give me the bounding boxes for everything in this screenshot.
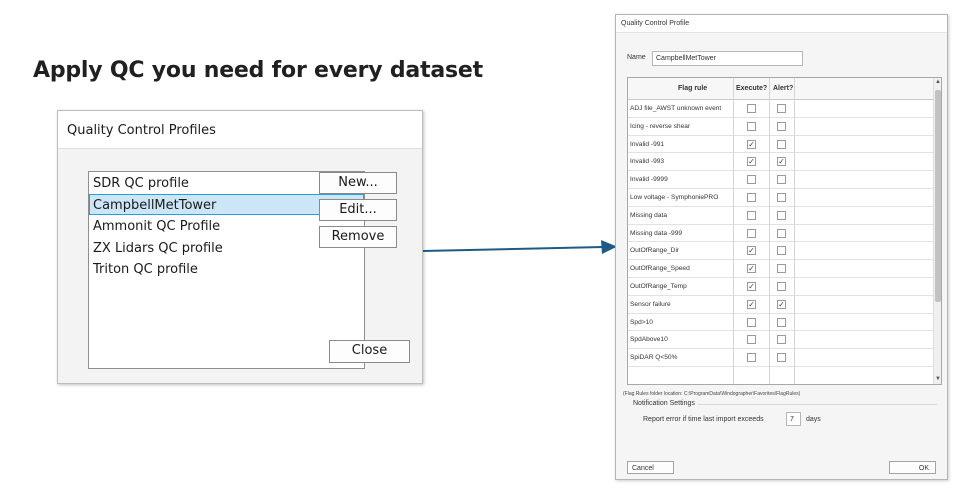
profile-list-item[interactable]: Triton QC profile <box>89 258 364 280</box>
report-days-input[interactable]: 7 <box>786 412 801 426</box>
execute-checkbox[interactable]: ✓ <box>747 139 756 149</box>
divider <box>698 404 937 405</box>
col-execute: Execute? <box>736 85 768 92</box>
alert-checkbox[interactable] <box>777 121 786 131</box>
qc-profiles-dialog: Quality Control Profiles SDR QC profile C… <box>57 110 423 384</box>
flag-rule-name: ADJ file_AWST unknown event <box>630 105 722 112</box>
flag-rule-row: ADJ file_AWST unknown event <box>628 100 933 118</box>
flag-rule-row: Invalid -993 ✓ ✓ <box>628 153 933 172</box>
flag-rule-name: OutOfRange_Temp <box>630 283 687 290</box>
flag-rule-grid: Flag rule Execute? Alert? ADJ file_AWST … <box>627 77 942 385</box>
remove-button[interactable]: Remove <box>319 226 397 248</box>
dialog-title: Quality Control Profiles <box>58 111 422 149</box>
alert-checkbox[interactable] <box>777 104 786 113</box>
flag-rule-row: Missing data -999 <box>628 225 933 243</box>
alert-checkbox[interactable] <box>777 210 786 220</box>
headline: Apply QC you need for every dataset <box>33 58 483 83</box>
execute-checkbox[interactable] <box>747 210 756 220</box>
alert-checkbox[interactable] <box>777 264 786 274</box>
name-input[interactable]: CampbellMetTower <box>652 51 803 66</box>
execute-checkbox[interactable] <box>747 228 756 238</box>
alert-checkbox[interactable] <box>777 353 786 363</box>
flag-rule-row: Sensor failure ✓ ✓ <box>628 296 933 314</box>
folder-location-note: (Flag Rules folder location: C:\ProgramD… <box>623 391 801 397</box>
execute-checkbox[interactable] <box>747 104 756 113</box>
execute-checkbox[interactable] <box>747 121 756 131</box>
flag-rule-row: Spd>10 <box>628 314 933 332</box>
col-alert: Alert? <box>773 85 794 92</box>
flag-rule-name: Missing data -999 <box>630 229 683 237</box>
alert-checkbox[interactable] <box>777 246 786 256</box>
execute-checkbox[interactable] <box>747 317 756 327</box>
new-button[interactable]: New... <box>319 172 397 194</box>
execute-checkbox[interactable] <box>747 353 756 363</box>
days-label: days <box>806 416 821 423</box>
close-button[interactable]: Close <box>329 340 410 363</box>
grid-scrollbar[interactable]: ▲ ▼ <box>933 78 941 384</box>
flag-rule-name: OutOfRange_Speed <box>630 265 690 273</box>
execute-checkbox[interactable]: ✓ <box>747 264 756 274</box>
flag-rule-name: Icing - reverse shear <box>630 122 691 130</box>
flag-rule-name: Low voltage - SymphoniePRO <box>630 194 719 201</box>
name-label: Name <box>627 54 646 61</box>
flag-rule-name: OutOfRange_Dir <box>630 247 680 255</box>
flag-rule-name: SpiDAR Q<50% <box>630 354 678 362</box>
flag-rule-row: SpiDAR Q<50% <box>628 349 933 367</box>
col-flag-rule: Flag rule <box>678 85 708 92</box>
flag-rule-row: OutOfRange_Dir ✓ <box>628 242 933 261</box>
cancel-button[interactable]: Cancel <box>627 461 674 474</box>
scroll-up-icon[interactable]: ▲ <box>935 79 941 85</box>
alert-checkbox[interactable] <box>777 282 786 291</box>
alert-checkbox[interactable] <box>777 193 786 202</box>
flag-rule-row: Invalid -9999 <box>628 171 933 189</box>
execute-checkbox[interactable] <box>747 335 756 345</box>
alert-checkbox[interactable] <box>777 228 786 238</box>
scroll-thumb[interactable] <box>935 90 941 302</box>
qc-profile-dialog: Quality Control Profile Name CampbellMet… <box>615 14 948 480</box>
execute-checkbox[interactable]: ✓ <box>747 246 756 256</box>
flag-rule-row: OutOfRange_Speed ✓ <box>628 260 933 278</box>
flag-rule-name: Invalid -993 <box>630 158 665 166</box>
alert-checkbox[interactable]: ✓ <box>777 299 786 309</box>
alert-checkbox[interactable] <box>777 335 786 345</box>
flag-rule-name: Invalid -991 <box>630 140 665 148</box>
edit-button[interactable]: Edit... <box>319 199 397 221</box>
flag-rule-name: Spd>10 <box>630 318 653 326</box>
dialog-title: Quality Control Profile <box>616 15 947 33</box>
alert-checkbox[interactable] <box>777 139 786 149</box>
flag-rule-name: Missing data <box>630 211 668 219</box>
execute-checkbox[interactable] <box>747 175 756 185</box>
flag-rule-name: Sensor failure <box>630 300 671 308</box>
arrow-right-icon <box>423 240 617 254</box>
flag-rule-row: Low voltage - SymphoniePRO <box>628 189 933 207</box>
alert-checkbox[interactable]: ✓ <box>777 157 786 167</box>
ok-button[interactable]: OK <box>889 461 936 474</box>
alert-checkbox[interactable] <box>777 317 786 327</box>
alert-checkbox[interactable] <box>777 175 786 185</box>
flag-rule-row: OutOfRange_Temp ✓ <box>628 278 933 296</box>
flag-rule-row: Icing - reverse shear <box>628 118 933 136</box>
flag-rule-row: SpdAbove10 <box>628 331 933 350</box>
notification-heading: Notification Settings <box>633 400 695 407</box>
flag-rule-row: Invalid -991 ✓ <box>628 136 933 154</box>
execute-checkbox[interactable]: ✓ <box>747 282 756 291</box>
scroll-down-icon[interactable]: ▼ <box>935 376 941 382</box>
execute-checkbox[interactable]: ✓ <box>747 299 756 309</box>
flag-rule-name: SpdAbove10 <box>630 336 668 344</box>
execute-checkbox[interactable] <box>747 193 756 202</box>
execute-checkbox[interactable]: ✓ <box>747 157 756 167</box>
grid-header: Flag rule Execute? Alert? <box>628 78 933 100</box>
flag-rule-row: Missing data <box>628 207 933 225</box>
report-label: Report error if time last import exceeds <box>643 416 764 423</box>
flag-rule-name: Invalid -9999 <box>630 176 668 184</box>
